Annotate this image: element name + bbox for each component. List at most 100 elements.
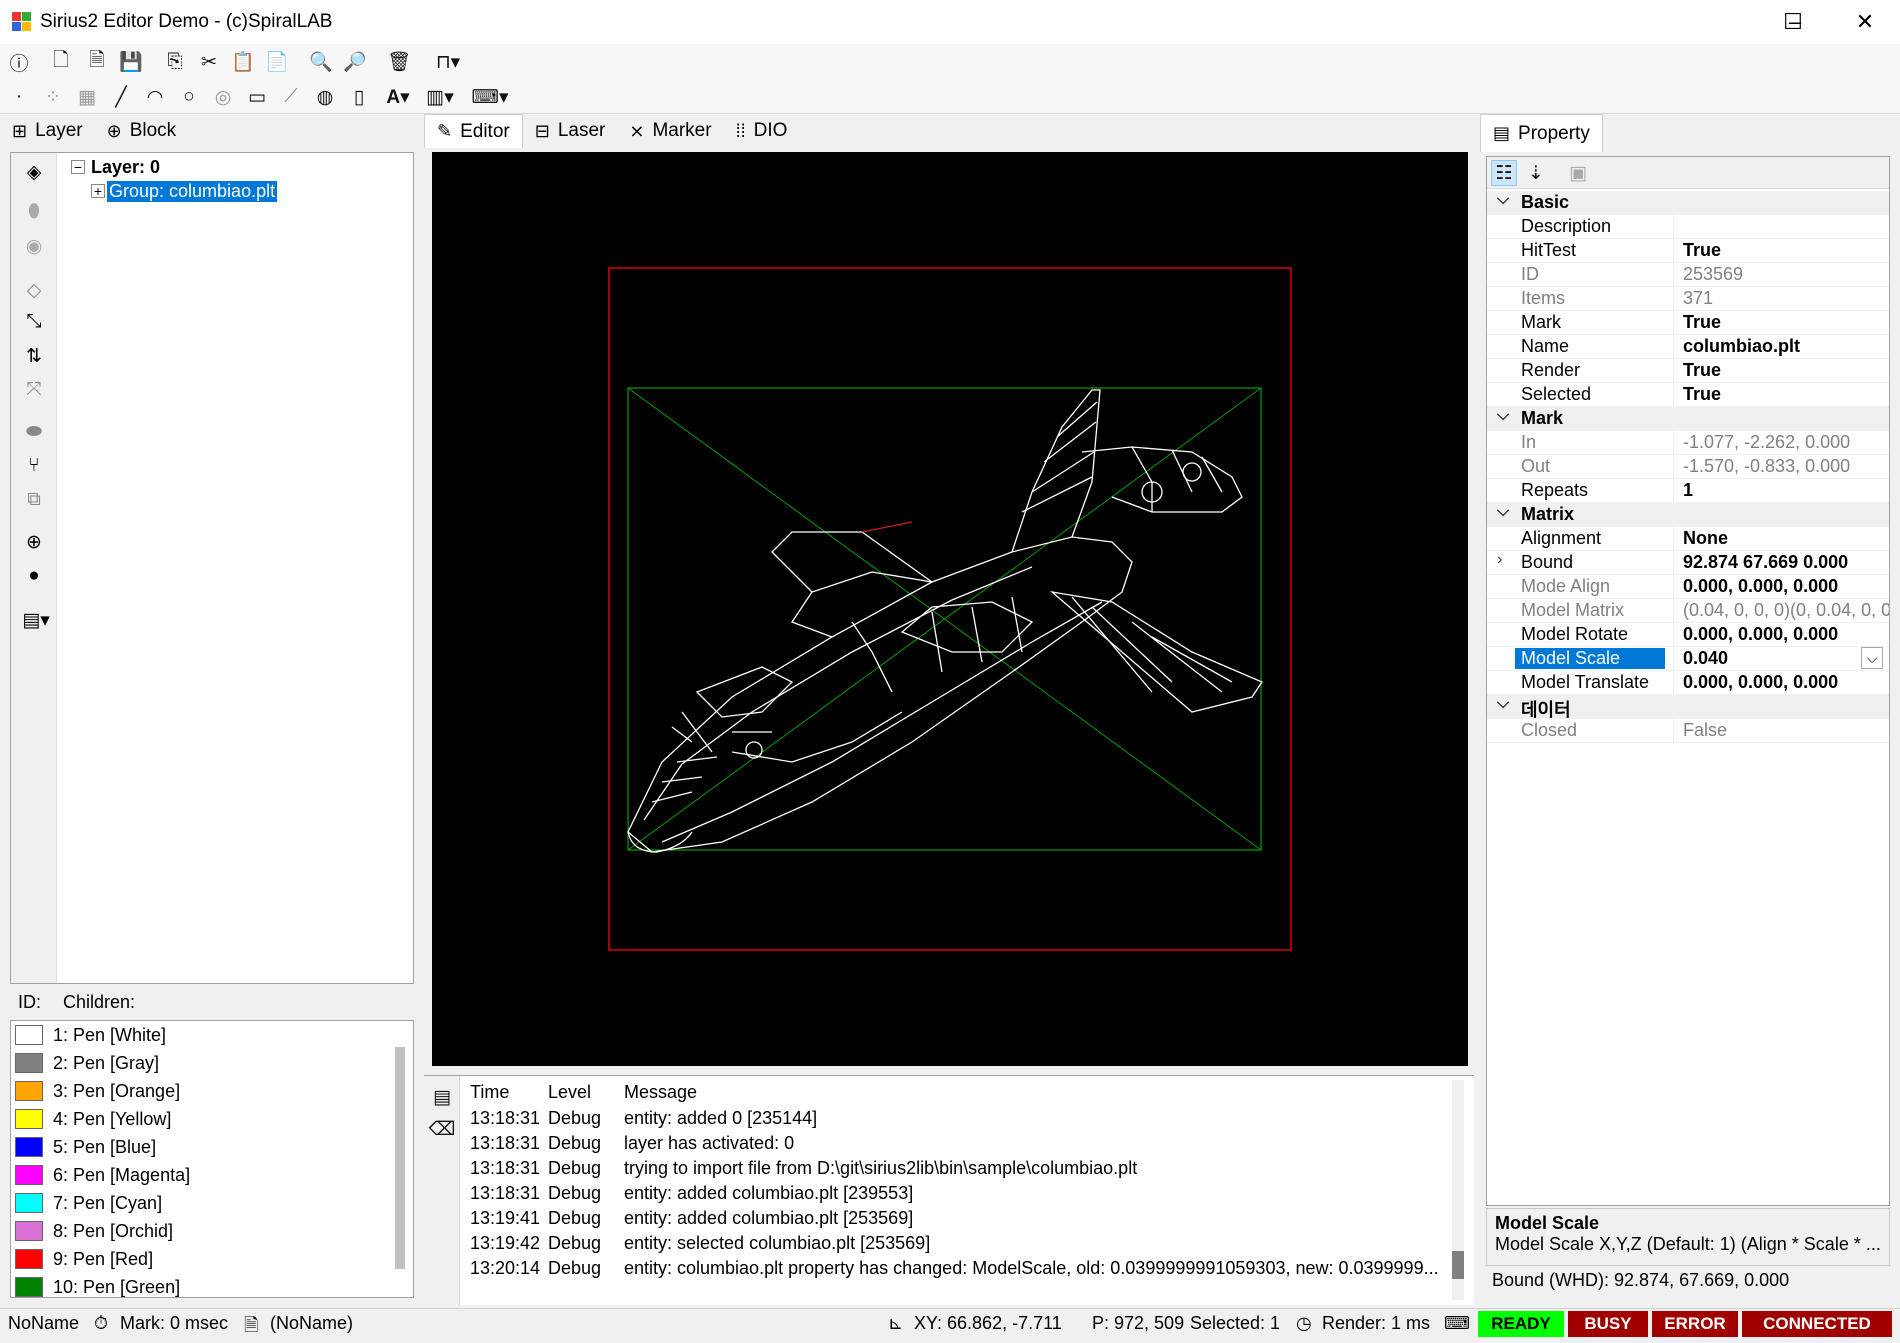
tab-dio[interactable]: ⁞⁞ DIO <box>724 114 800 148</box>
raster-icon[interactable]: ▦ <box>74 84 100 110</box>
collapse-icon[interactable]: − <box>71 160 85 174</box>
tab-property[interactable]: ▤ Property <box>1480 114 1603 152</box>
chevron-down-icon[interactable]: ⌵ <box>1497 407 1509 425</box>
pen-item[interactable]: 1: Pen [White] <box>11 1021 413 1049</box>
property-row[interactable]: Items 371 <box>1487 287 1889 311</box>
line-icon[interactable]: ╱ <box>108 84 134 110</box>
script-dropdown-icon[interactable]: ▤▾ <box>21 607 51 633</box>
path-icon[interactable]: ⤡ <box>21 309 47 335</box>
property-row[interactable]: Model Scale 0.040 ⌵ <box>1487 647 1889 671</box>
property-category[interactable]: ⌵ 데이터 <box>1487 695 1889 720</box>
log-row[interactable]: 13:18:31 Debug entity: added columbiao.plt… <box>464 1183 1448 1208</box>
tab-laser[interactable]: ⊟ Laser <box>523 114 618 148</box>
open-file-icon[interactable]: 🗎 <box>84 49 110 75</box>
trepan-icon[interactable]: ◍ <box>312 84 338 110</box>
property-value[interactable]: (0.04, 0, 0, 0)(0, 0.04, 0, 0 <box>1679 600 1889 621</box>
chevron-right-icon[interactable]: › <box>1497 551 1502 569</box>
property-value[interactable]: True <box>1679 240 1889 261</box>
tree-node-group[interactable]: + Group: columbiao.plt <box>91 179 278 203</box>
layers-icon[interactable]: ◈ <box>21 159 47 185</box>
log-col-level[interactable]: Level <box>542 1082 618 1108</box>
zoom-in-icon[interactable]: 🔎 <box>342 49 368 75</box>
merge-icon[interactable]: ⬬ <box>21 419 47 445</box>
pen-item[interactable]: 9: Pen [Red] <box>11 1245 413 1273</box>
dropdown-icon[interactable]: ⌵ <box>1861 647 1883 669</box>
spiral-icon[interactable]: ◎ <box>210 84 236 110</box>
tab-marker[interactable]: ⨯ Marker <box>617 114 723 148</box>
property-category[interactable]: ⌵ Mark <box>1487 407 1889 431</box>
barcode-dropdown-icon[interactable]: ▥▾ <box>420 84 460 110</box>
pen-item[interactable]: 10: Pen [Green] <box>11 1273 413 1297</box>
maximize-button[interactable]: ☐ <box>1758 0 1828 44</box>
fill-icon[interactable]: ◇ <box>21 277 47 303</box>
ctrl-dropdown-icon[interactable]: ⌨▾ <box>472 84 509 110</box>
property-value[interactable]: 92.874 67.669 0.000 <box>1679 552 1889 573</box>
property-row[interactable]: Model Translate 0.000, 0.000, 0.000 <box>1487 671 1889 695</box>
property-row[interactable]: Description <box>1487 215 1889 239</box>
expand-icon[interactable]: + <box>91 184 105 198</box>
tree-node-layer[interactable]: − Layer: 0 <box>71 155 277 179</box>
log-row[interactable]: 13:20:14 Debug entity: columbiao.plt prope… <box>464 1258 1448 1283</box>
property-value[interactable]: 0.000, 0.000, 0.000 <box>1679 624 1889 645</box>
property-category[interactable]: ⌵ Matrix <box>1487 503 1889 527</box>
property-value[interactable]: None <box>1679 528 1889 549</box>
log-row[interactable]: 13:19:42 Debug entity: selected columbiao.… <box>464 1233 1448 1258</box>
property-value[interactable]: 1 <box>1679 480 1889 501</box>
property-row[interactable]: Selected True <box>1487 383 1889 407</box>
circle-icon[interactable]: ○ <box>176 84 202 110</box>
block-apply-icon[interactable]: ● <box>21 563 47 589</box>
pen-item[interactable]: 4: Pen [Yellow] <box>11 1105 413 1133</box>
property-pages-icon[interactable]: ▣ <box>1565 160 1591 186</box>
pen-item[interactable]: 3: Pen [Orange] <box>11 1077 413 1105</box>
pen-item[interactable]: 5: Pen [Blue] <box>11 1133 413 1161</box>
sort-alpha-icon[interactable]: ⇣ <box>1523 160 1549 186</box>
property-row[interactable]: In -1.077, -2.262, 0.000 <box>1487 431 1889 455</box>
property-row[interactable]: HitTest True <box>1487 239 1889 263</box>
3d-icon[interactable]: ◉ <box>21 233 47 259</box>
pen-item[interactable]: 2: Pen [Gray] <box>11 1049 413 1077</box>
paste-icon[interactable]: 📋 <box>230 49 256 75</box>
paste-array-icon[interactable]: 📄 <box>264 49 290 75</box>
tab-editor[interactable]: ✎ Editor <box>424 114 523 148</box>
property-row[interactable]: Name columbiao.plt <box>1487 335 1889 359</box>
log-col-time[interactable]: Time <box>464 1082 542 1108</box>
pen-item[interactable]: 7: Pen [Cyan] <box>11 1189 413 1217</box>
log-view-icon[interactable]: ▤ <box>429 1084 455 1110</box>
property-value[interactable]: True <box>1679 384 1889 405</box>
polyline-icon[interactable]: ⟋ <box>278 84 304 110</box>
property-value[interactable]: 0.000, 0.000, 0.000 <box>1679 576 1889 597</box>
log-scroll-thumb[interactable] <box>1452 1251 1464 1279</box>
property-row[interactable]: Closed False <box>1487 719 1889 743</box>
categorized-icon[interactable]: ☷ <box>1491 160 1517 186</box>
property-row[interactable]: Model Rotate 0.000, 0.000, 0.000 <box>1487 623 1889 647</box>
document-icon[interactable]: ▯ <box>346 84 372 110</box>
property-row[interactable]: Mark True <box>1487 311 1889 335</box>
tab-block[interactable]: ⊕ Block <box>95 114 189 148</box>
pen-scrollbar[interactable] <box>395 1047 405 1269</box>
align-dropdown-icon[interactable]: ⊓▾ <box>430 49 466 75</box>
chevron-down-icon[interactable]: ⌵ <box>1497 695 1509 713</box>
property-value[interactable]: True <box>1679 360 1889 381</box>
pen-item[interactable]: 6: Pen [Magenta] <box>11 1161 413 1189</box>
property-row[interactable]: Repeats 1 <box>1487 479 1889 503</box>
property-row[interactable]: Render True <box>1487 359 1889 383</box>
log-row[interactable]: 13:19:41 Debug entity: added columbiao.plt… <box>464 1208 1448 1233</box>
property-row[interactable]: Out -1.570, -0.833, 0.000 <box>1487 455 1889 479</box>
transform-icon[interactable]: ⤧ <box>21 377 47 403</box>
delete-icon[interactable]: 🗑 <box>386 49 412 75</box>
zoom-out-icon[interactable]: 🔍 <box>308 49 334 75</box>
property-row[interactable]: ID 253569 <box>1487 263 1889 287</box>
rectangle-icon[interactable]: ▭ <box>244 84 270 110</box>
cut-icon[interactable]: ✂ <box>196 49 222 75</box>
log-col-message[interactable]: Message <box>618 1082 1448 1108</box>
log-row[interactable]: 13:18:31 Debug layer has activated: 0 <box>464 1133 1448 1158</box>
hatch-icon[interactable]: ⬮ <box>21 199 47 225</box>
property-value[interactable]: -1.077, -2.262, 0.000 <box>1679 432 1889 453</box>
property-value[interactable]: 253569 <box>1679 264 1889 285</box>
property-value[interactable]: False <box>1679 720 1889 741</box>
close-button[interactable]: ✕ <box>1830 0 1900 44</box>
sort-icon[interactable]: ⇅ <box>21 343 47 369</box>
property-value[interactable]: columbiao.plt <box>1679 336 1889 357</box>
log-row[interactable]: 13:18:31 Debug trying to import file from … <box>464 1158 1448 1183</box>
property-value[interactable]: -1.570, -0.833, 0.000 <box>1679 456 1889 477</box>
